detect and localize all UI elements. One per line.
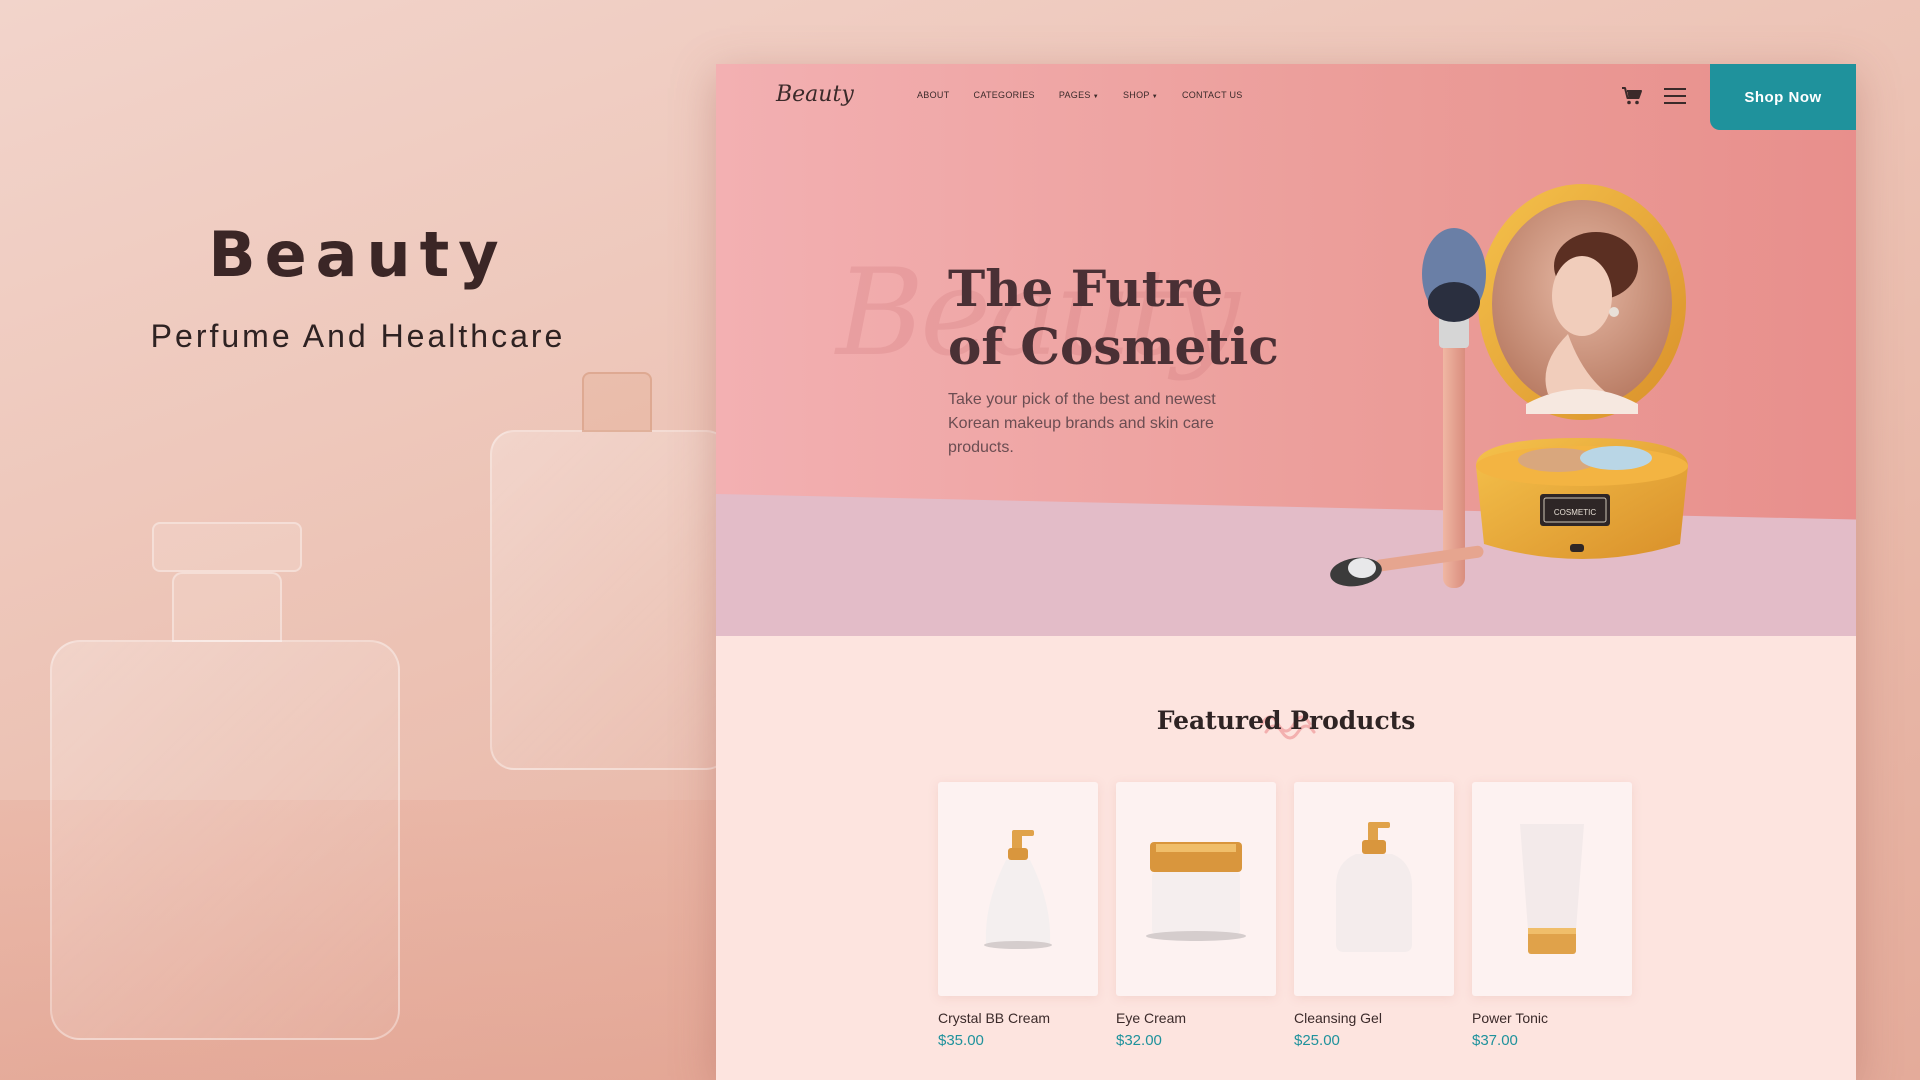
- nav-item-pages[interactable]: PAGES ▼: [1059, 90, 1099, 100]
- pump-bottle-icon: [1336, 822, 1412, 952]
- product-image: [1294, 782, 1454, 996]
- product-price: $32.00: [1116, 1032, 1162, 1049]
- hero-title: The Futre of Cosmetic: [948, 259, 1279, 376]
- featured-products-title: Featured Products: [1156, 706, 1416, 735]
- nav-item-about[interactable]: ABOUT: [917, 90, 950, 100]
- product-name[interactable]: Power Tonic: [1472, 1010, 1632, 1026]
- product-image: [1472, 782, 1632, 996]
- pump-bottle-icon: [984, 830, 1052, 949]
- shop-now-button[interactable]: Shop Now: [1710, 64, 1856, 130]
- promo-background: [0, 0, 716, 1080]
- nav-item-categories[interactable]: CATEGORIES: [974, 90, 1035, 100]
- nav-item-contact[interactable]: CONTACT US: [1182, 90, 1243, 100]
- product-card[interactable]: Power Tonic $37.00: [1472, 782, 1632, 1049]
- site-logo[interactable]: Beauty: [776, 82, 854, 107]
- product-image: [938, 782, 1098, 996]
- hamburger-menu-icon[interactable]: [1664, 88, 1686, 104]
- product-price: $37.00: [1472, 1032, 1518, 1049]
- product-card[interactable]: Cleansing Gel $25.00: [1294, 782, 1454, 1049]
- caret-down-icon: ▼: [1151, 94, 1158, 100]
- caret-down-icon: ▼: [1092, 94, 1099, 100]
- perfume-bottle-image: [490, 372, 716, 770]
- promo-title: Beauty: [208, 218, 508, 291]
- jar-label: COSMETIC: [1554, 508, 1596, 517]
- cart-icon[interactable]: [1621, 86, 1643, 106]
- product-name[interactable]: Eye Cream: [1116, 1010, 1276, 1026]
- product-grid: Crystal BB Cream $35.00 Eye Cream $32.00: [938, 782, 1632, 1049]
- perfume-bottle-image: [50, 522, 400, 1040]
- product-price: $35.00: [938, 1032, 984, 1049]
- hero-section: Beauty Beauty ABOUT CATEGORIES PAGES ▼ SH…: [716, 64, 1856, 636]
- product-card[interactable]: Eye Cream $32.00: [1116, 782, 1276, 1049]
- cream-jar-icon: [1146, 842, 1246, 941]
- nav-item-shop[interactable]: SHOP ▼: [1123, 90, 1158, 100]
- product-card[interactable]: Crystal BB Cream $35.00: [938, 782, 1098, 1049]
- tube-icon: [1520, 824, 1584, 954]
- product-image: [1116, 782, 1276, 996]
- hero-description: Take your pick of the best and newest Ko…: [948, 391, 1216, 456]
- product-name[interactable]: Crystal BB Cream: [938, 1010, 1098, 1026]
- product-name[interactable]: Cleansing Gel: [1294, 1010, 1454, 1026]
- promo-subtitle: Perfume And Healthcare: [150, 318, 566, 354]
- cosmetic-mirror-illustration: COSMETIC: [1330, 184, 1688, 588]
- main-nav: ABOUT CATEGORIES PAGES ▼ SHOP ▼ CONTACT US: [917, 90, 1243, 100]
- website-mockup: Beauty Beauty ABOUT CATEGORIES PAGES ▼ SH…: [716, 64, 1856, 1080]
- product-price: $25.00: [1294, 1032, 1340, 1049]
